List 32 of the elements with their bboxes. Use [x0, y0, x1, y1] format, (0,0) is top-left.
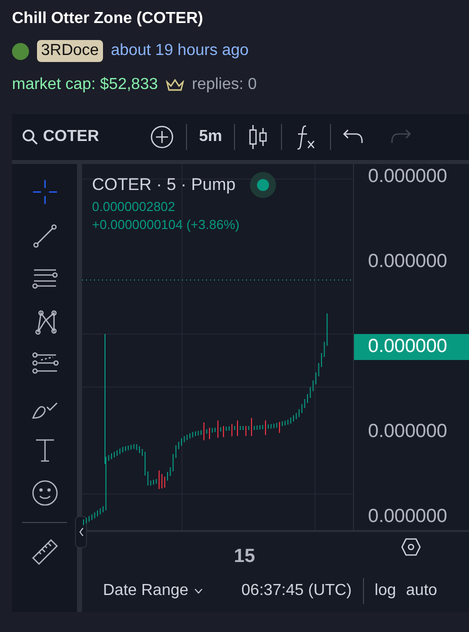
candles-icon[interactable]: [247, 124, 270, 150]
settings-icon[interactable]: [401, 538, 421, 556]
clock-display: 06:37:45 (UTC): [240, 582, 353, 600]
scale-toggle[interactable]: auto: [401, 582, 442, 600]
chevron-left-icon: [78, 528, 84, 536]
chart-legend-title: COTER · 5 · Pump: [92, 175, 236, 195]
collapse-toolbar-button[interactable]: [75, 516, 87, 548]
price-axis-label: 0.000000: [367, 505, 448, 529]
current-price-label: 0.000000: [354, 334, 469, 360]
post-time: about 19 hours ago: [110, 42, 249, 60]
ruler-icon[interactable]: [30, 538, 58, 566]
emoji-icon[interactable]: [30, 479, 58, 507]
price-change: +0.0000000104 (+3.86%): [92, 216, 240, 234]
price-axis-label: 0.000000: [367, 250, 448, 274]
coin-title: Chill Otter Zone (COTER): [12, 9, 204, 29]
market-cap: market cap: $52,833: [12, 76, 158, 94]
price-axis-label: 0.000000: [367, 420, 448, 444]
avatar: [12, 42, 29, 60]
date-range-button[interactable]: Date Range: [98, 582, 208, 600]
interval-button[interactable]: 5m: [187, 122, 234, 152]
crown-icon: [166, 79, 184, 91]
price-axis-label: 0.000000: [367, 165, 448, 189]
crosshair-icon[interactable]: [30, 178, 58, 206]
search-icon: [22, 129, 38, 145]
symbol-search[interactable]: COTER: [22, 128, 138, 146]
chevron-down-icon: [194, 588, 204, 594]
replies-count: replies: 0: [192, 76, 257, 94]
scale-toggle[interactable]: log: [370, 582, 402, 600]
add-circle-icon[interactable]: [150, 125, 174, 149]
username-tag[interactable]: 3RDoce: [37, 40, 103, 62]
time-axis-label: 15: [234, 546, 256, 568]
price-value: 0.0000002802: [92, 198, 176, 216]
